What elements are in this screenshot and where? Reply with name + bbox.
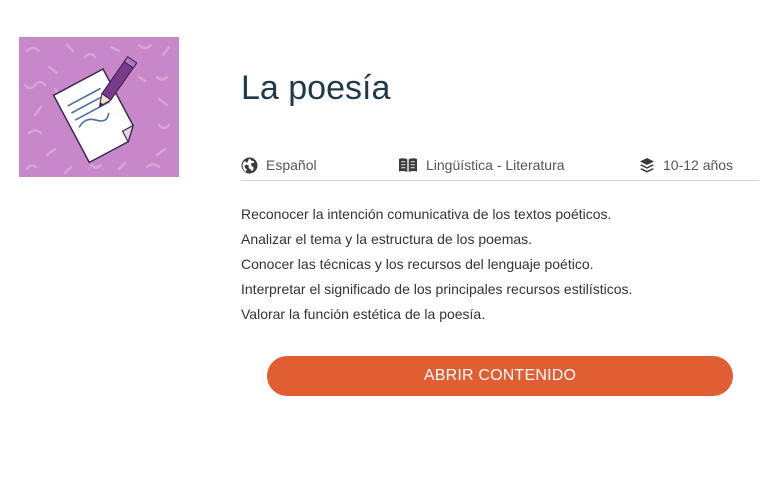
meta-language: Español: [241, 155, 317, 175]
globe-icon: [241, 157, 258, 173]
meta-subject: Lingüística - Literatura: [398, 155, 565, 175]
page-title: La poesía: [241, 69, 391, 107]
open-book-icon: [399, 158, 417, 172]
objective-item: Analizar el tema y la estructura de los …: [241, 231, 533, 247]
resource-thumbnail: [19, 37, 179, 177]
meta-age: 10-12 años: [639, 155, 733, 175]
objective-item: Reconocer la intención comunicativa de l…: [241, 206, 612, 222]
meta-language-label: Español: [266, 157, 317, 173]
resource-card: La poesía Español Lingüística - Literatu…: [0, 0, 778, 493]
meta-subject-label: Lingüística - Literatura: [426, 157, 565, 173]
objective-item: Valorar la función estética de la poesía…: [241, 306, 486, 322]
objective-item: Conocer las técnicas y los recursos del …: [241, 256, 594, 272]
objectives-list: Reconocer la intención comunicativa de l…: [241, 202, 632, 327]
meta-age-label: 10-12 años: [663, 157, 734, 173]
open-content-button[interactable]: ABRIR CONTENIDO: [267, 356, 733, 396]
objective-item: Interpretar el significado de los princi…: [241, 281, 633, 297]
resource-meta: Español Lingüística - Literatura 10-12 a…: [241, 152, 759, 181]
layers-icon: [640, 157, 654, 173]
poem-paper-pencil-icon: [23, 43, 171, 175]
